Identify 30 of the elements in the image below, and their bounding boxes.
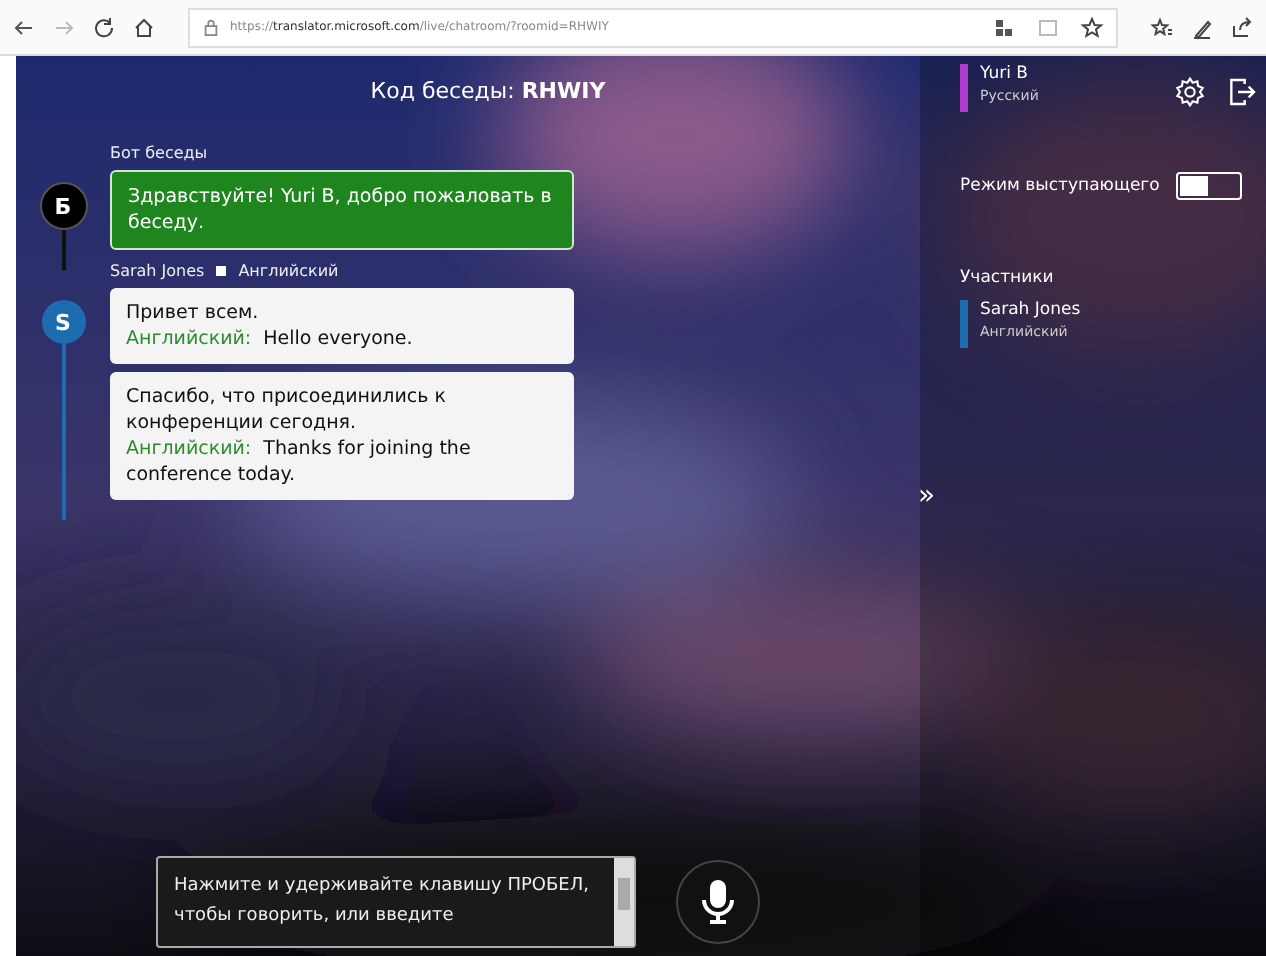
conversation-code-title: Код беседы: RHWIY [368,78,608,104]
microphone-icon [698,878,738,926]
presenter-mode-toggle[interactable] [1175,172,1242,200]
refresh-icon[interactable] [92,15,116,39]
back-icon[interactable] [12,15,36,39]
pen-icon[interactable] [1190,15,1214,39]
sender-language: Английский [238,262,339,280]
settings-icon[interactable] [1174,76,1206,108]
translation-text: Английский: Thanks for joining the conference today. [126,436,473,488]
favorites-icon[interactable] [1150,15,1174,39]
translation-text: Английский: Hello everyone. [126,326,415,352]
message-text: Привет всем. [126,300,261,326]
welcome-message: Здравствуйте! Yuri B, добро пожаловать в беседу. [110,170,574,250]
sign-out-icon[interactable] [1226,76,1258,108]
extension-icon[interactable] [992,15,1016,39]
favorite-star-icon[interactable] [1080,15,1104,39]
message-text: Спасибо, что присоединились к конференции сегодня. [126,384,449,436]
participants-heading: Участники [960,268,1056,288]
participant-name: Sarah Jones [980,300,1081,320]
home-icon[interactable] [132,15,156,39]
user-name: Yuri B [980,64,1030,84]
presenter-mode-label: Режим выступающего [960,176,1160,196]
sender-name: Бот беседы [110,144,208,162]
lock-icon [202,18,220,36]
sender-name: Sarah Jones [110,262,205,280]
message-input[interactable]: Нажмите и удерживайте клавишу ПРОБЕЛ, чтобы говорить, или введите [156,856,636,948]
separator-icon [216,266,227,276]
scrollbar[interactable] [614,858,634,946]
collapse-button[interactable]: » [918,480,936,512]
share-icon[interactable] [1230,15,1254,39]
